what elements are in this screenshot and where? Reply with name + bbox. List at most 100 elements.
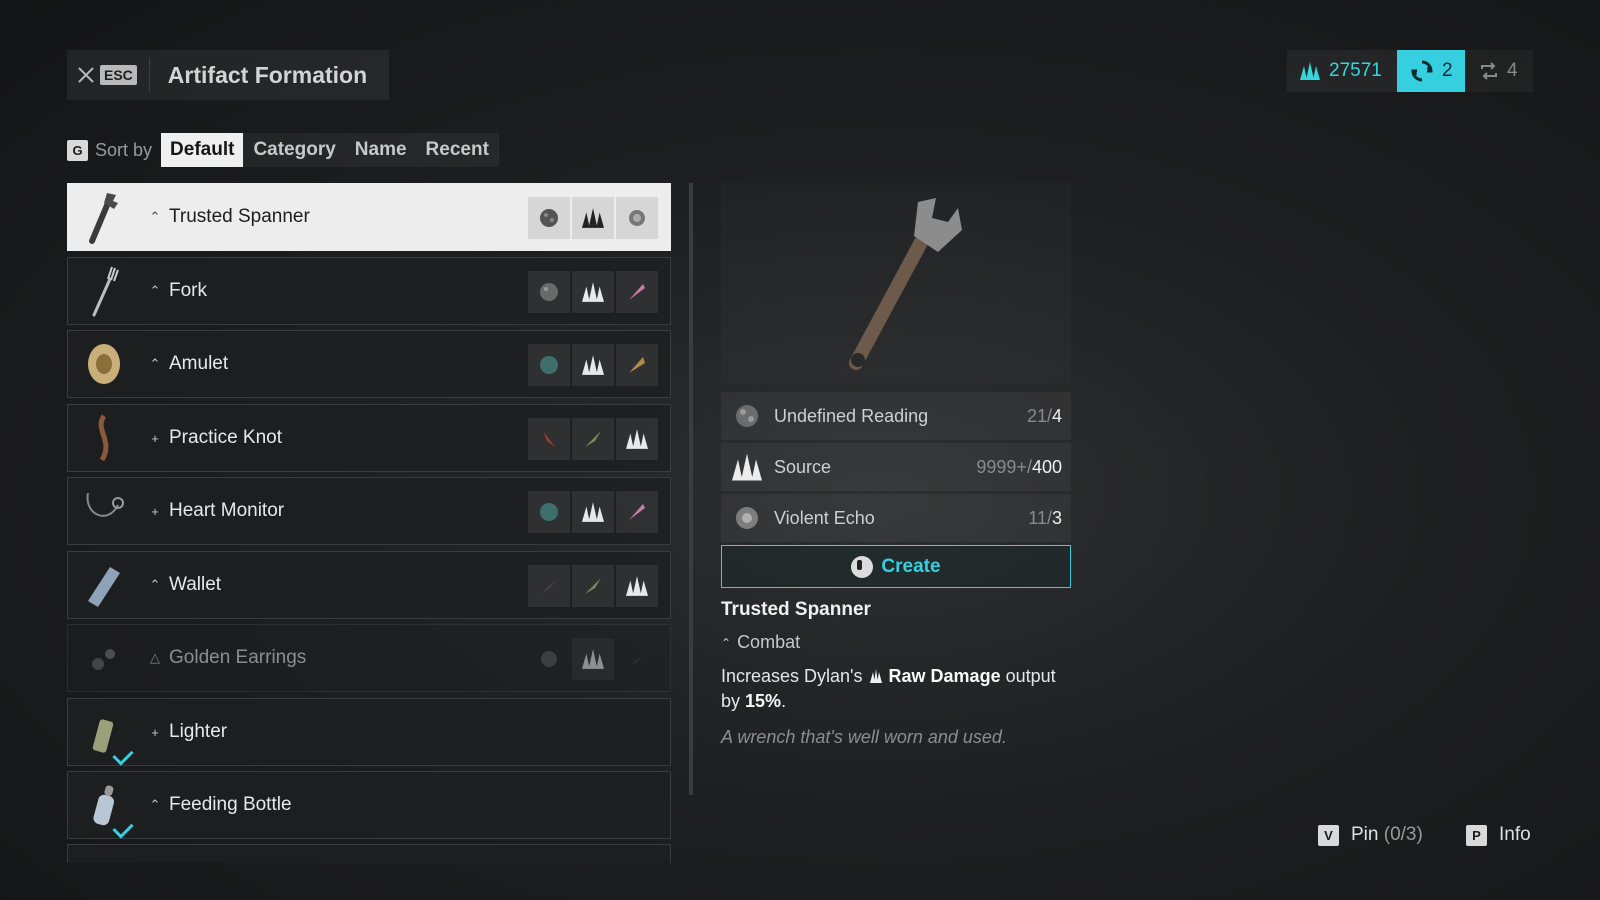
- tier-icon: ⌃: [149, 577, 161, 592]
- bottle-icon: [68, 772, 140, 839]
- wrench-icon: [849, 198, 962, 370]
- list-item-practice-knot[interactable]: + Practice Knot: [67, 404, 671, 472]
- wrench-icon: [68, 184, 140, 250]
- pin-key: V: [1318, 824, 1339, 846]
- requirement-name: Source: [774, 456, 832, 477]
- swap-currency: 4: [1465, 50, 1533, 92]
- list-item-feeding-bottle[interactable]: ⌃ Feeding Bottle: [67, 771, 671, 839]
- pin-count: (0/3): [1383, 824, 1423, 845]
- source-icon: [616, 565, 658, 607]
- wallet-icon: [68, 552, 140, 618]
- source-icon: [1300, 62, 1320, 80]
- tier-icon: △: [150, 650, 160, 665]
- source-icon: [730, 452, 764, 482]
- tier-icon: ⌃: [721, 635, 732, 650]
- material-list: [528, 638, 658, 680]
- list-item-trusted-spanner[interactable]: ⌃ Trusted Spanner: [67, 183, 671, 251]
- create-label: Create: [881, 555, 941, 577]
- page-title: Artifact Formation: [167, 61, 368, 88]
- sort-bar: G Sort by Default Category Name Recent: [67, 133, 499, 167]
- create-button[interactable]: Create: [721, 545, 1071, 588]
- reading-icon: [528, 197, 570, 239]
- source-currency: 27571: [1287, 50, 1397, 92]
- tier-icon: ⌃: [149, 356, 161, 371]
- tier-icon: +: [151, 503, 159, 519]
- source-icon: [616, 418, 658, 460]
- info-hint[interactable]: P Info: [1466, 824, 1531, 846]
- requirement-count: 11/3: [1028, 507, 1062, 528]
- list-item-partial[interactable]: [67, 844, 671, 863]
- material-list: [528, 565, 658, 607]
- item-name: Amulet: [169, 353, 229, 374]
- material-list: [528, 197, 658, 239]
- reading-icon: [528, 271, 570, 313]
- pin-hint[interactable]: V Pin (0/3): [1318, 824, 1423, 846]
- teal-stone-icon: [528, 344, 570, 386]
- item-name: Fork: [169, 280, 207, 301]
- detail-flavor-text: A wrench that's well worn and used.: [721, 727, 1007, 747]
- sort-key[interactable]: G: [67, 139, 88, 161]
- list-item-wallet[interactable]: ⌃ Wallet: [67, 551, 671, 619]
- dark-shard-icon: [616, 638, 658, 680]
- requirement-name: Undefined Reading: [774, 405, 929, 426]
- requirement-violent-echo: Violent Echo 11/3: [721, 494, 1071, 542]
- echo-icon: [730, 503, 764, 533]
- sort-tab-category[interactable]: Category: [244, 133, 346, 167]
- requirement-count: 21/4: [1026, 405, 1062, 426]
- raw-damage-icon: [869, 669, 882, 683]
- cycle-currency: 2: [1397, 50, 1465, 92]
- close-icon[interactable]: [77, 66, 95, 84]
- item-name: Golden Earrings: [169, 647, 307, 668]
- title-bar: ESC Artifact Formation: [67, 50, 389, 100]
- amulet-icon: [68, 331, 140, 397]
- artifact-preview: [721, 183, 1071, 383]
- cycle-icon: [1411, 60, 1433, 82]
- item-name: Wallet: [169, 574, 222, 595]
- item-name: Lighter: [169, 721, 228, 742]
- stethoscope-icon: [68, 478, 140, 544]
- list-item-amulet[interactable]: ⌃ Amulet: [67, 330, 671, 398]
- list-item-lighter[interactable]: + Lighter: [67, 698, 671, 766]
- source-icon: [572, 344, 614, 386]
- earrings-icon: [68, 625, 140, 691]
- sort-tab-recent[interactable]: Recent: [416, 133, 499, 167]
- list-item-heart-monitor[interactable]: + Heart Monitor: [67, 477, 671, 545]
- item-name: Heart Monitor: [169, 500, 285, 521]
- list-item-golden-earrings[interactable]: △ Golden Earrings: [67, 624, 671, 692]
- green-shard-icon: [572, 565, 614, 607]
- fork-icon: [68, 258, 140, 324]
- info-label: Info: [1499, 824, 1531, 845]
- knot-icon: [68, 405, 140, 471]
- source-icon: [572, 491, 614, 533]
- lighter-icon: [68, 699, 140, 766]
- detail-category: ⌃ Combat: [721, 632, 800, 653]
- material-list: [528, 491, 658, 533]
- sort-tab-name[interactable]: Name: [345, 133, 417, 167]
- sort-tab-default[interactable]: Default: [161, 133, 245, 167]
- cycle-amount: 2: [1442, 60, 1453, 81]
- echo-icon: [616, 197, 658, 239]
- info-key: P: [1466, 824, 1487, 846]
- mouse-icon: [851, 555, 874, 578]
- requirement-source: Source 9999+/400: [721, 443, 1071, 491]
- category-label: Combat: [737, 632, 801, 652]
- tier-icon: ⌃: [149, 209, 161, 224]
- requirement-name: Violent Echo: [774, 507, 875, 528]
- material-list: [528, 344, 658, 386]
- tier-icon: ⌃: [149, 283, 161, 298]
- red-shard-icon: [528, 565, 570, 607]
- detail-name: Trusted Spanner: [721, 599, 871, 620]
- tier-icon: ⌃: [149, 797, 161, 812]
- list-scrollbar[interactable]: [689, 183, 693, 795]
- source-icon: [572, 638, 614, 680]
- item-name: Feeding Bottle: [169, 794, 292, 815]
- sort-tabs: Default Category Name Recent: [161, 133, 499, 167]
- esc-key[interactable]: ESC: [100, 65, 137, 85]
- list-item-fork[interactable]: ⌃ Fork: [67, 257, 671, 325]
- swap-amount: 4: [1507, 60, 1518, 81]
- tier-icon: +: [151, 724, 159, 740]
- source-amount: 27571: [1329, 60, 1382, 81]
- detail-description: Increases Dylan's Raw Damage output by 1…: [721, 666, 1056, 711]
- gold-shard-icon: [616, 344, 658, 386]
- dark-stone-icon: [528, 638, 570, 680]
